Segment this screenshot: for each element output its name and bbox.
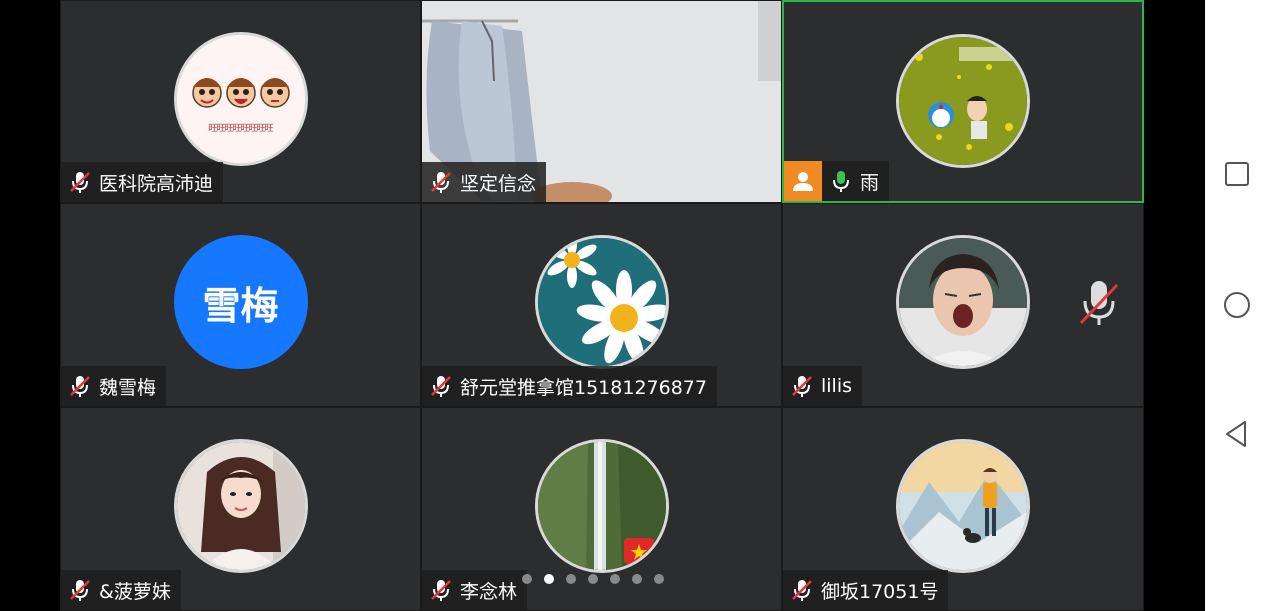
name-tag: &菠萝妹 (61, 570, 181, 610)
avatar-caption: 旺旺旺旺旺旺旺旺 (208, 123, 273, 134)
participant-name: 李念林 (460, 580, 518, 603)
mic-muted-icon (792, 376, 812, 397)
participant-name: 魏雪梅 (99, 376, 157, 399)
avatar (534, 439, 669, 573)
avatar (173, 439, 308, 573)
name-tag: 李念林 (422, 570, 528, 610)
page-dot[interactable] (654, 574, 664, 584)
participant-tile[interactable]: 舒元堂推拿馆15181276877 (421, 203, 782, 407)
participant-name: 坚定信念 (460, 172, 537, 195)
doraemon-grass-image (899, 36, 1027, 165)
mic-muted-icon (431, 376, 451, 397)
participant-tile[interactable]: &菠萝妹 (60, 407, 421, 611)
avatar (534, 235, 669, 369)
recents-square-icon[interactable] (1221, 158, 1253, 190)
name-tag: 坚定信念 (422, 162, 547, 202)
system-navigation-bar (1205, 0, 1269, 611)
participant-name: lilis (821, 375, 853, 397)
page-dot[interactable] (632, 574, 642, 584)
back-triangle-icon[interactable] (1221, 418, 1253, 450)
avatar (896, 235, 1030, 369)
avatar (896, 33, 1030, 168)
participant-tile[interactable]: lilis (782, 203, 1144, 407)
person-icon (793, 172, 813, 191)
avatar: 旺旺旺旺旺旺旺旺 (173, 31, 308, 166)
cartoon-faces-image (176, 34, 305, 163)
participant-name: 雨 (860, 171, 880, 194)
name-tag: 魏雪梅 (61, 366, 167, 406)
mic-muted-icon (792, 580, 812, 601)
participant-tile[interactable]: 坚定信念 (421, 0, 782, 203)
mic-muted-icon (431, 172, 451, 193)
girl-photo-image (176, 442, 305, 570)
mic-muted-icon (70, 172, 90, 193)
participant-tile[interactable]: 御坂17051号 (782, 407, 1144, 611)
participant-tile[interactable]: 旺旺旺旺旺旺旺旺 医科院高沛迪 (60, 0, 421, 203)
page-dot[interactable] (522, 574, 532, 584)
page-dot-current[interactable] (544, 574, 554, 584)
participant-name: 御坂17051号 (821, 580, 939, 603)
name-tag: 雨 (822, 161, 890, 201)
name-tag: 医科院高沛迪 (61, 162, 224, 202)
name-tag: 舒元堂推拿馆15181276877 (422, 366, 717, 406)
page-indicator[interactable] (522, 574, 664, 584)
participant-grid: 旺旺旺旺旺旺旺旺 医科院高沛迪 坚定信念 雨 雪梅 魏雪梅 舒元堂推拿馆1518… (60, 0, 1144, 611)
home-circle-icon[interactable] (1221, 289, 1253, 321)
mic-muted-icon (70, 376, 90, 397)
participant-tile[interactable]: 雪梅 魏雪梅 (60, 203, 421, 407)
participant-name: 舒元堂推拿馆15181276877 (460, 376, 707, 399)
participant-name: &菠萝妹 (99, 580, 171, 603)
mic-muted-icon (70, 580, 90, 601)
mic-active-icon (833, 171, 849, 192)
mountain-illustration-image (899, 442, 1027, 570)
text-avatar: 雪梅 (173, 235, 308, 369)
page-dot[interactable] (610, 574, 620, 584)
daisy-image (537, 238, 666, 366)
host-badge (784, 161, 822, 201)
mic-muted-icon (1079, 281, 1119, 325)
avatar (896, 439, 1030, 573)
yawning-man-image (899, 238, 1027, 366)
meeting-screen: 旺旺旺旺旺旺旺旺 医科院高沛迪 坚定信念 雨 雪梅 魏雪梅 舒元堂推拿馆1518… (0, 0, 1269, 611)
page-dot[interactable] (566, 574, 576, 584)
mic-muted-icon (431, 580, 451, 601)
participant-tile-active[interactable]: 雨 (782, 0, 1144, 203)
page-dot[interactable] (588, 574, 598, 584)
participant-name: 医科院高沛迪 (99, 172, 214, 195)
name-tag: 御坂17051号 (783, 570, 949, 610)
waterfall-image (537, 442, 666, 570)
name-tag: lilis (783, 366, 863, 406)
